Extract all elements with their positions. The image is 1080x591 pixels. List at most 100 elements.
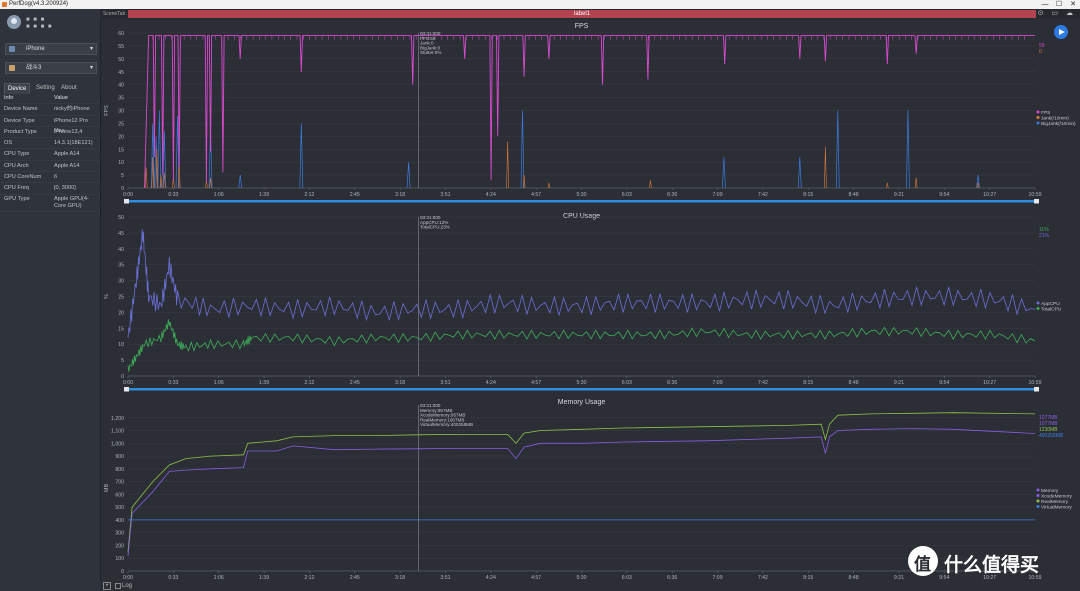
- y-tick-label: 25: [118, 295, 124, 301]
- x-tick-label: 7:42: [758, 380, 768, 386]
- info-value: Apple GPU(4-Core GPU): [54, 195, 89, 209]
- window-titlebar: PerfDog(v4.3.200924) — ☐ ✕: [0, 0, 1080, 9]
- close-button[interactable]: ✕: [1066, 0, 1080, 9]
- info-value: 14.3.1(18E121): [54, 140, 93, 147]
- x-tick-label: 0:33: [168, 192, 178, 198]
- table-row: CPU Arch Apple A14: [0, 161, 100, 173]
- add-button[interactable]: +: [103, 582, 111, 590]
- legend-label: XcodeMemory: [1041, 493, 1073, 499]
- legend-value: 21%: [1039, 233, 1050, 239]
- info-value: nicky的iPhone: [54, 106, 90, 113]
- avatar[interactable]: [7, 15, 21, 29]
- app-icon: [2, 2, 7, 7]
- scene-tab-button[interactable]: SceneTab: [103, 10, 125, 18]
- table-row: GPU Type Apple GPU(4-Core GPU): [0, 195, 100, 212]
- jank-spike: [824, 146, 827, 189]
- x-tick-label: 8:15: [803, 192, 813, 198]
- phone-icon: [9, 46, 15, 52]
- chart-cpu: CPU Usage%051015202530354045500:00 0:33 1:…: [104, 213, 1062, 392]
- y-tick-label: 5: [121, 173, 124, 179]
- charts-area: FPS FPS 0 5 10 15 20 25 30 35 40 45 50 55 60 0:00 0:33 1:…: [104, 23, 1076, 587]
- y-tick-label: 10: [118, 160, 124, 166]
- y-tick-label: 400: [115, 518, 124, 524]
- maximize-button[interactable]: ☐: [1052, 0, 1066, 9]
- x-tick-label: 6:36: [667, 380, 677, 386]
- user-name: ■ ■ ■: [26, 17, 46, 23]
- range-slider-track[interactable]: [125, 388, 1038, 391]
- x-tick-label: 4:24: [486, 380, 496, 386]
- x-tick-label: 10:27: [983, 380, 996, 386]
- user-sub: ■ ■ ■ ■: [26, 24, 53, 30]
- cursor-tooltip-text: VirtualMemory:400258MB: [420, 422, 473, 427]
- tab-about[interactable]: About: [58, 83, 80, 93]
- x-tick-label: 3:51: [440, 380, 450, 386]
- x-tick-label: 9:21: [894, 192, 904, 198]
- toolbar-icons[interactable]: ⊙ ▭ ☁: [1038, 10, 1076, 18]
- x-tick-label: 0:00: [123, 380, 133, 386]
- y-tick-label: 600: [115, 492, 124, 498]
- x-tick-label: 2:45: [350, 192, 360, 198]
- app-icon: [9, 65, 15, 71]
- table-row: CPU CoreNum 6: [0, 172, 100, 184]
- y-tick-label: 1,000: [111, 441, 124, 447]
- range-slider-handle-right[interactable]: [1034, 387, 1039, 392]
- x-tick-label: 2:12: [304, 380, 314, 386]
- range-slider-handle-left[interactable]: [124, 199, 129, 204]
- info-key: OS: [4, 140, 13, 147]
- legend-marker: [1036, 116, 1040, 119]
- y-tick-label: 45: [118, 70, 124, 76]
- y-tick-label: 500: [115, 505, 124, 511]
- y-axis-label: FPS: [104, 105, 110, 116]
- jank-spike: [506, 141, 509, 189]
- legend-marker: [1036, 499, 1040, 503]
- range-slider-handle-right[interactable]: [1034, 199, 1039, 204]
- range-slider-track[interactable]: [125, 200, 1038, 203]
- y-tick-label: 15: [118, 326, 124, 332]
- table-row: CPU Freq [0, 3000]: [0, 183, 100, 195]
- info-value: Apple A14: [54, 151, 80, 158]
- app-select[interactable]: 战斗3 ▾: [5, 62, 97, 74]
- legend-label: AppCPU: [1041, 301, 1060, 307]
- sidebar: ■ ■ ■ ■ ■ ■ ■ iPhone ▾ 战斗3 ▾ Device Sett…: [0, 9, 101, 591]
- y-tick-label: 25: [118, 121, 124, 127]
- x-tick-label: 7:42: [758, 192, 768, 198]
- range-slider-handle-left[interactable]: [124, 387, 129, 392]
- legend-label: VirtualMemory: [1041, 504, 1072, 510]
- play-button[interactable]: [1054, 25, 1068, 39]
- legend-marker: [1036, 488, 1040, 492]
- minimize-button[interactable]: —: [1038, 0, 1052, 9]
- y-axis-label: MB: [104, 484, 110, 493]
- info-key: Device Name: [4, 106, 38, 113]
- x-tick-label: 4:24: [486, 192, 496, 198]
- x-tick-label: 8:15: [803, 380, 813, 386]
- tab-setting[interactable]: Setting: [33, 83, 58, 93]
- device-select[interactable]: iPhone ▾: [5, 43, 97, 55]
- info-key: CPU CoreNum: [4, 174, 42, 181]
- x-tick-label: 2:12: [304, 192, 314, 198]
- x-tick-label: 8:48: [849, 380, 859, 386]
- legend-marker: [1036, 505, 1040, 508]
- y-tick-label: 50: [118, 215, 124, 221]
- chart-title: FPS: [575, 23, 589, 30]
- x-tick-label: 10:59: [1029, 380, 1042, 386]
- y-tick-label: 200: [115, 543, 124, 549]
- info-value: iPhone13,4: [54, 128, 83, 135]
- cursor-tooltip-text: Stutter:0%: [420, 50, 441, 55]
- jank-spike: [209, 177, 212, 189]
- series-line-appcpu: [127, 319, 1036, 372]
- x-tick-label: 5:30: [576, 380, 586, 386]
- info-key: CPU Freq: [4, 185, 29, 192]
- chevron-down-icon: ▾: [89, 65, 93, 71]
- y-tick-label: 1,100: [111, 429, 124, 435]
- log-label: Log: [122, 583, 133, 589]
- y-tick-label: 60: [118, 31, 124, 37]
- y-tick-label: 30: [118, 279, 124, 285]
- log-checkbox[interactable]: [115, 583, 121, 589]
- label-bar[interactable]: label1: [128, 10, 1036, 18]
- x-tick-label: 7:09: [712, 380, 722, 386]
- legend-label: TotalCPU: [1041, 306, 1062, 312]
- y-tick-label: 5: [121, 358, 124, 364]
- device-select-value: iPhone: [26, 46, 45, 52]
- info-header-value: Value: [54, 95, 68, 101]
- x-tick-label: 6:03: [622, 380, 632, 386]
